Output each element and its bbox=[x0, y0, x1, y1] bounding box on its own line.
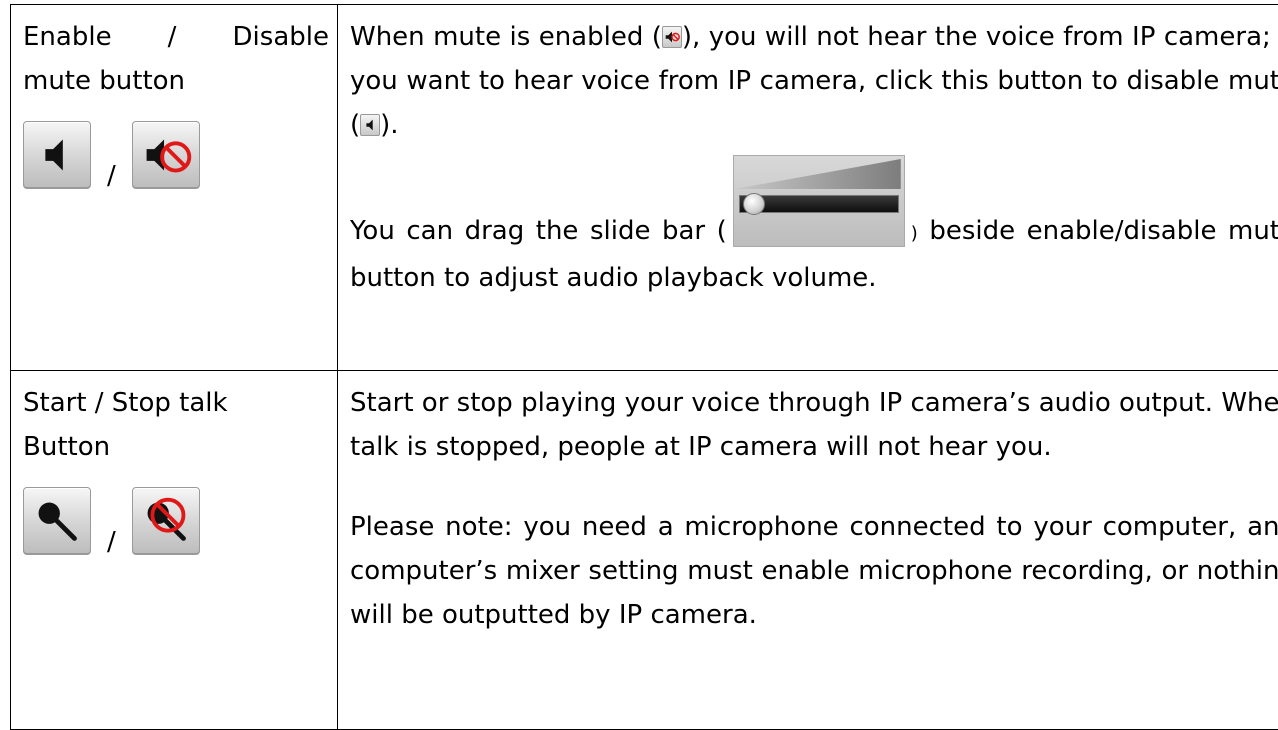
mute-description-p2: You can drag the slide bar () beside ena… bbox=[350, 183, 1278, 300]
microphone-muted-icon[interactable] bbox=[132, 487, 200, 555]
feature-table: Enable / Disable mute button / bbox=[10, 4, 1278, 730]
talk-title-cell: Start / Stop talk Button / bbox=[11, 371, 338, 730]
speaker-inline-icon bbox=[360, 114, 380, 136]
talk-description-p2: Please note: you need a microphone conne… bbox=[350, 505, 1278, 637]
slider-desc-text-a: You can drag the slide bar ( bbox=[350, 216, 727, 246]
mute-desc-text-c: ). bbox=[380, 110, 398, 140]
mute-description-cell: When mute is enabled (), you will not he… bbox=[338, 5, 1278, 371]
microphone-icon[interactable] bbox=[23, 487, 91, 555]
icon-separator: / bbox=[107, 529, 116, 555]
table-row-talk: Start / Stop talk Button / bbox=[11, 371, 1278, 730]
mute-description-p1: When mute is enabled (), you will not he… bbox=[350, 15, 1278, 147]
volume-slider[interactable] bbox=[733, 183, 905, 247]
talk-title-line1: Start / Stop talk bbox=[23, 381, 329, 425]
mute-title-line1: Enable / Disable bbox=[23, 15, 329, 59]
mute-title-line2: mute button bbox=[23, 59, 329, 103]
slider-paren-close: ) bbox=[911, 223, 918, 244]
talk-title-line2: Button bbox=[23, 425, 329, 469]
speaker-muted-icon[interactable] bbox=[132, 121, 200, 189]
mute-desc-text-a: When mute is enabled ( bbox=[350, 22, 662, 52]
table-row-mute: Enable / Disable mute button / bbox=[11, 5, 1278, 371]
talk-description-p1: Start or stop playing your voice through… bbox=[350, 381, 1278, 469]
mute-title-cell: Enable / Disable mute button / bbox=[11, 5, 338, 371]
talk-description-cell: Start or stop playing your voice through… bbox=[338, 371, 1278, 730]
icon-separator: / bbox=[107, 163, 116, 189]
mute-icons: / bbox=[23, 109, 329, 189]
speaker-icon[interactable] bbox=[23, 121, 91, 189]
speaker-muted-inline-icon bbox=[662, 26, 682, 48]
volume-slider-knob[interactable] bbox=[743, 193, 765, 215]
talk-icons: / bbox=[23, 475, 329, 555]
